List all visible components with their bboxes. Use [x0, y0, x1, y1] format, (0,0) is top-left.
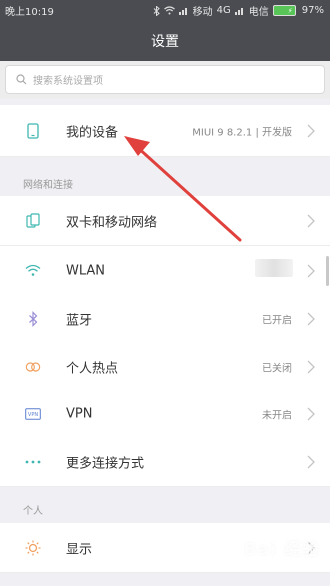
annotation-arrow — [124, 136, 242, 242]
watermark: Bai 经验 — [243, 540, 320, 560]
